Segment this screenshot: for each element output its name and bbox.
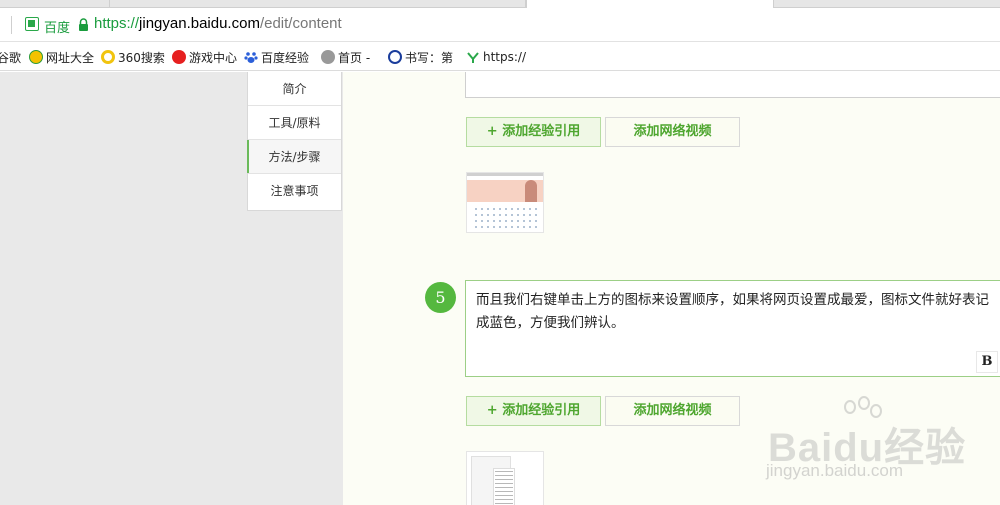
nav-item-notes[interactable]: 注意事项 <box>248 174 341 208</box>
bookmark-game-center[interactable]: 游戏中心 <box>172 49 237 65</box>
add-video-button[interactable]: 添加网络视频 <box>605 396 740 426</box>
divider <box>11 16 12 34</box>
thumbnail-menu-lines <box>495 471 513 505</box>
360-search-icon <box>101 50 115 64</box>
url-path: /edit/content <box>259 15 342 32</box>
add-video-button[interactable]: 添加网络视频 <box>605 117 740 147</box>
step-image-thumbnail[interactable] <box>466 451 544 505</box>
browser-tab-active[interactable] <box>526 0 774 8</box>
bookmark-label: 网址大全 <box>46 50 95 65</box>
nav-item-tools[interactable]: 工具/原料 <box>248 106 341 140</box>
add-citation-button[interactable]: + 添加经验引用 <box>466 117 601 147</box>
bookmark-google[interactable]: 谷歌 <box>0 49 21 65</box>
watermark-domain: jingyan.baidu.com <box>766 461 904 480</box>
url-text[interactable]: https://jingyan.baidu.com/edit/content <box>94 15 342 32</box>
baidu-watermark: Baidu经验 jingyan.baidu.com <box>760 395 1000 505</box>
bookmark-label: 百度经验 <box>261 50 310 65</box>
bookmark-writing[interactable]: 书写：第 <box>388 49 453 65</box>
thumbnail-figure <box>525 180 537 202</box>
section-nav: 简介 工具/原料 方法/步骤 注意事项 <box>247 72 342 211</box>
thumbnail-topbar <box>467 173 543 176</box>
step-text-box[interactable]: 而且我们右键单击上方的图标来设置顺序，如果将网页设置成最爱，图标文件就好表记成蓝… <box>465 280 1000 377</box>
bookmark-label: 游戏中心 <box>189 50 238 65</box>
thumbnail-grid <box>473 206 539 230</box>
nav-item-intro[interactable]: 简介 <box>248 72 341 106</box>
bookmark-label: 谷歌 <box>0 50 22 65</box>
add-citation-button[interactable]: + 添加经验引用 <box>466 396 601 426</box>
bookmark-360-search[interactable]: 360搜索 <box>101 49 165 65</box>
browser-tab-strip <box>0 0 1000 8</box>
site-name: 百度 <box>44 21 71 36</box>
browser-tab[interactable] <box>0 0 110 8</box>
q-icon <box>388 50 402 64</box>
url-host: jingyan.baidu.com <box>139 15 260 32</box>
bookmark-label: https:// <box>483 50 527 64</box>
bookmark-hao123[interactable]: 网址大全 <box>29 49 94 65</box>
game-center-icon <box>172 50 186 64</box>
step-number-badge: 5 <box>425 282 456 313</box>
bookmarks-bar: 谷歌 网址大全 360搜索 游戏中心 百度经验 首页 - 书写：第 https:… <box>0 43 1000 71</box>
hao123-icon <box>29 50 43 64</box>
browser-tab[interactable] <box>110 0 526 8</box>
url-scheme: https:// <box>94 15 140 32</box>
step-image-thumbnail[interactable] <box>466 172 544 233</box>
bookmark-label: 首页 - <box>338 50 371 65</box>
address-bar[interactable]: 百度 https://jingyan.baidu.com/edit/conten… <box>0 8 1000 42</box>
bold-button[interactable]: B <box>976 351 998 373</box>
bookmark-label: 书写：第 <box>405 50 454 65</box>
nav-item-steps[interactable]: 方法/步骤 <box>247 140 341 174</box>
step-text-box-previous[interactable] <box>465 72 1000 98</box>
bookmark-https[interactable]: https:// <box>466 49 526 65</box>
https-icon <box>466 50 480 64</box>
baidu-site-icon <box>25 17 39 31</box>
home-icon <box>321 50 335 64</box>
baidu-paw-icon <box>244 52 258 63</box>
bookmark-label: 360搜索 <box>118 50 165 65</box>
bookmark-baidu-jingyan[interactable]: 百度经验 <box>244 49 309 65</box>
step-text: 而且我们右键单击上方的图标来设置顺序，如果将网页设置成最爱，图标文件就好表记成蓝… <box>476 292 989 331</box>
lock-icon <box>79 18 88 31</box>
bookmark-home[interactable]: 首页 - <box>321 49 370 65</box>
